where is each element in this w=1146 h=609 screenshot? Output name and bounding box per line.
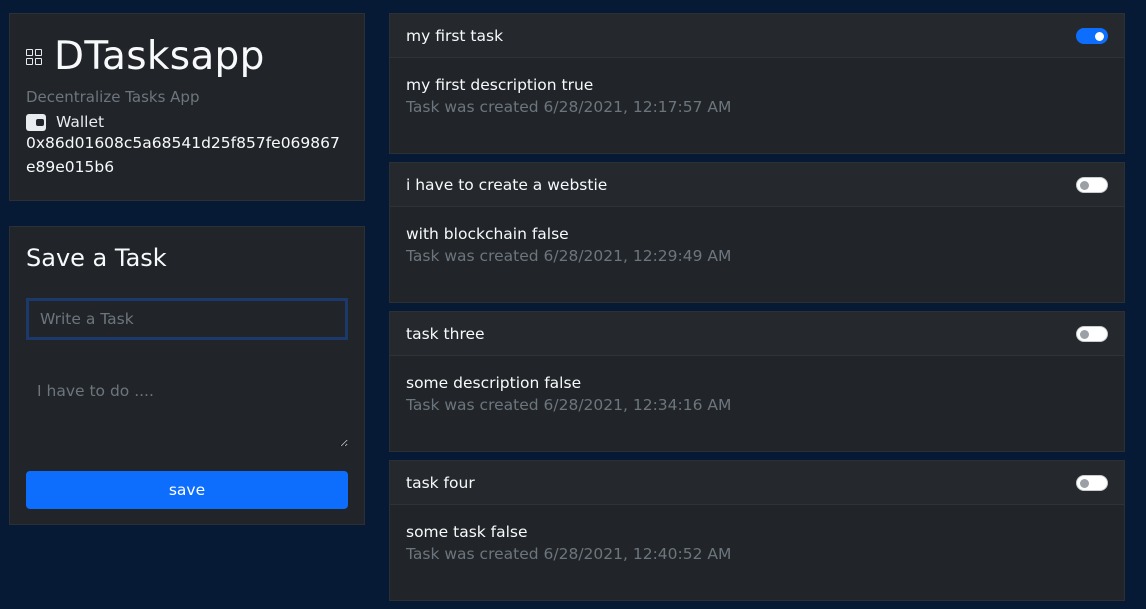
task-title: i have to create a webstie [406, 175, 608, 194]
wallet-row: Wallet [26, 113, 348, 131]
brand-header: DTasksapp [26, 32, 348, 80]
task-description: my first description true [406, 76, 594, 94]
task-description: some description false [406, 374, 582, 392]
save-button[interactable]: save [26, 471, 348, 509]
task-description: some task false [406, 523, 528, 541]
task-done-toggle[interactable] [1076, 27, 1108, 44]
task-header: my first task [390, 14, 1124, 58]
task-body: some description false Task was created … [390, 356, 1124, 414]
task-list: my first task my first description true … [389, 13, 1125, 609]
task-card: task three some description false Task w… [389, 311, 1125, 452]
task-body: with blockchain false Task was created 6… [390, 207, 1124, 265]
task-created-date: Task was created 6/28/2021, 12:34:16 AM [406, 396, 732, 414]
task-header: task three [390, 312, 1124, 356]
sidebar: DTasksapp Decentralize Tasks App Wallet … [9, 13, 365, 525]
task-body: some task false Task was created 6/28/20… [390, 505, 1124, 563]
wallet-icon [26, 113, 46, 131]
task-done-toggle[interactable] [1076, 325, 1108, 342]
task-created-date: Task was created 6/28/2021, 12:40:52 AM [406, 545, 732, 563]
task-done-toggle[interactable] [1076, 176, 1108, 193]
toggle-knob [1080, 180, 1089, 190]
task-done-toggle[interactable] [1076, 474, 1108, 491]
toggle-knob [1080, 329, 1089, 339]
toggle-knob [1095, 31, 1104, 41]
save-task-form: Save a Task save [9, 226, 365, 525]
task-card: i have to create a webstie with blockcha… [389, 162, 1125, 303]
app-subtitle: Decentralize Tasks App [26, 88, 200, 106]
wallet-address: 0x86d01608c5a68541d25f857fe069867e89e015… [26, 134, 340, 176]
task-header: i have to create a webstie [390, 163, 1124, 207]
task-title-input[interactable] [26, 298, 348, 340]
grid-icon [26, 49, 42, 65]
task-description: with blockchain false [406, 225, 569, 243]
task-card: task four some task false Task was creat… [389, 460, 1125, 601]
task-created-date: Task was created 6/28/2021, 12:29:49 AM [406, 247, 732, 265]
task-card: my first task my first description true … [389, 13, 1125, 154]
task-title: task three [406, 324, 485, 343]
task-title: task four [406, 473, 475, 492]
app-title: DTasksapp [54, 33, 265, 79]
wallet-label: Wallet [56, 113, 105, 131]
task-created-date: Task was created 6/28/2021, 12:17:57 AM [406, 98, 732, 116]
task-description-textarea[interactable] [26, 361, 348, 447]
form-title: Save a Task [26, 244, 167, 272]
toggle-knob [1080, 478, 1089, 488]
task-header: task four [390, 461, 1124, 505]
brand-card: DTasksapp Decentralize Tasks App Wallet … [9, 13, 365, 201]
task-body: my first description true Task was creat… [390, 58, 1124, 116]
task-title: my first task [406, 26, 504, 45]
